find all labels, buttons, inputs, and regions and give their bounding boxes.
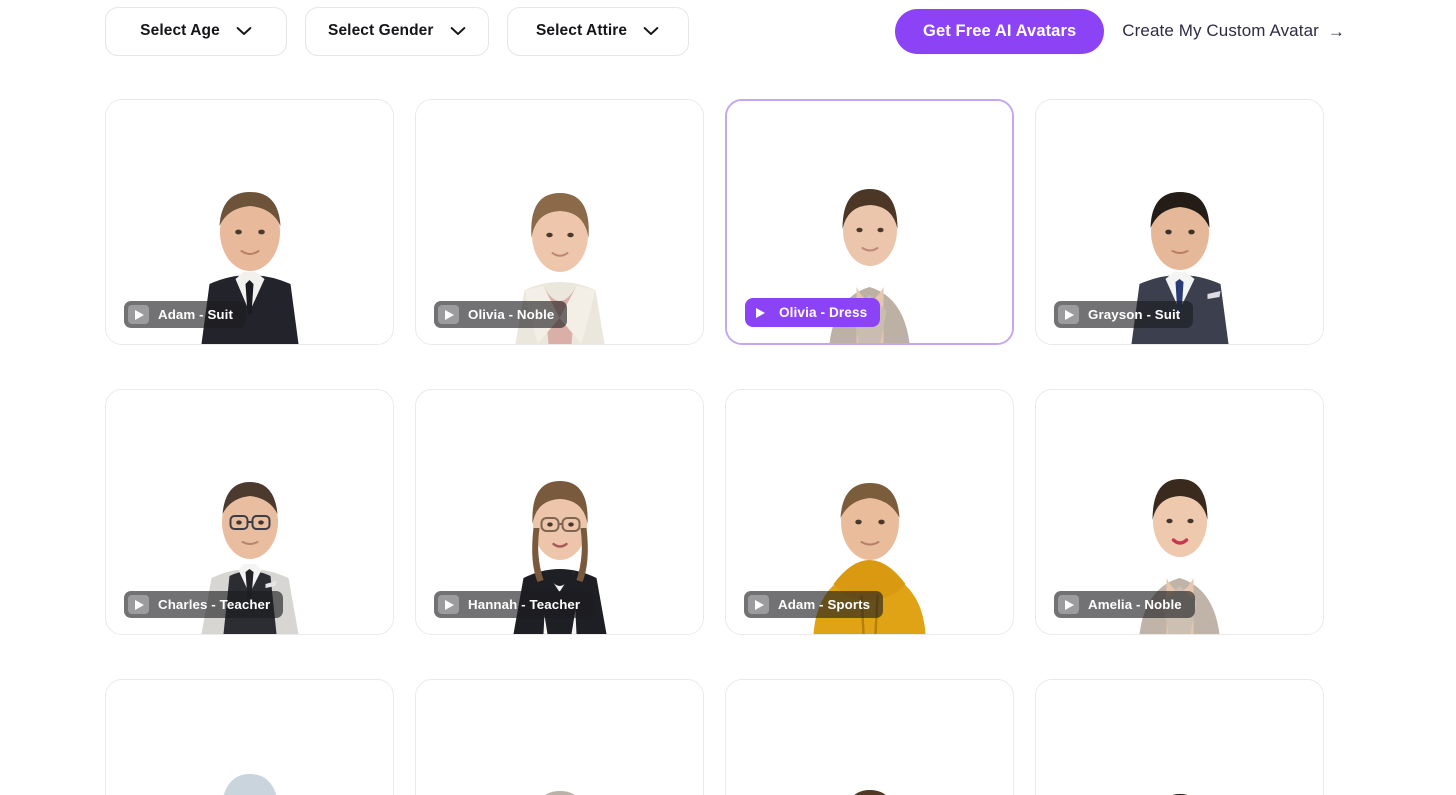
chevron-down-icon — [643, 26, 659, 36]
avatar-label: Olivia - Noble — [468, 307, 555, 322]
avatar-label: Olivia - Dress — [779, 305, 868, 320]
avatar-card[interactable] — [725, 679, 1014, 795]
filter-group: Select Age Select Gender Select Attire — [105, 6, 689, 56]
avatar-grid: Adam - Suit Olivia - Noble Olivia - Dres… — [105, 99, 1324, 795]
create-custom-avatar-label: Create My Custom Avatar — [1122, 21, 1319, 40]
avatar-card[interactable]: Adam - Suit — [105, 99, 394, 345]
play-icon — [748, 595, 769, 614]
arrow-right-icon: → — [1327, 21, 1345, 41]
avatar-image-woman-hijab — [106, 680, 393, 795]
avatar-play-label[interactable]: Olivia - Dress — [745, 298, 881, 327]
avatar-play-label[interactable]: Adam - Sports — [744, 591, 884, 618]
get-free-ai-avatars-button[interactable]: Get Free AI Avatars — [895, 8, 1105, 54]
play-icon — [438, 305, 459, 324]
avatar-image-woman-brown-hair — [726, 680, 1013, 795]
avatar-card[interactable]: Hannah - Teacher — [415, 389, 704, 635]
play-icon — [1058, 595, 1079, 614]
avatar-image-woman-dark-hair — [1036, 680, 1323, 795]
avatar-card[interactable]: Adam - Sports — [725, 389, 1014, 635]
avatar-card[interactable] — [415, 679, 704, 795]
avatar-label: Hannah - Teacher — [468, 597, 581, 612]
avatar-card[interactable]: Grayson - Suit — [1035, 99, 1324, 345]
avatar-play-label[interactable]: Amelia - Noble — [1054, 591, 1195, 618]
filter-select-gender[interactable]: Select Gender — [305, 6, 489, 56]
avatar-card[interactable] — [105, 679, 394, 795]
avatar-card-selected[interactable]: Olivia - Dress — [725, 99, 1014, 345]
play-icon — [438, 595, 459, 614]
avatar-label: Grayson - Suit — [1088, 307, 1181, 322]
chevron-down-icon — [236, 26, 252, 36]
avatar-label: Adam - Suit — [158, 307, 233, 322]
create-custom-avatar-link[interactable]: Create My Custom Avatar → — [1122, 21, 1345, 41]
chevron-down-icon — [450, 26, 466, 36]
play-icon — [128, 305, 149, 324]
avatar-play-label[interactable]: Adam - Suit — [124, 301, 246, 328]
filter-select-gender-label: Select Gender — [328, 22, 434, 39]
play-icon — [1058, 305, 1079, 324]
filter-select-attire-label: Select Attire — [535, 22, 628, 39]
avatar-gallery-page: Select Age Select Gender Select Attire G… — [0, 0, 1456, 795]
filter-select-attire[interactable]: Select Attire — [506, 6, 689, 56]
avatar-play-label[interactable]: Olivia - Noble — [434, 301, 568, 328]
avatar-label: Amelia - Noble — [1088, 597, 1182, 612]
avatar-label: Adam - Sports — [778, 597, 871, 612]
avatar-card[interactable] — [1035, 679, 1324, 795]
avatar-card[interactable]: Charles - Teacher — [105, 389, 394, 635]
avatar-image-older-man-suit — [416, 680, 703, 795]
toolbar-actions: Get Free AI Avatars Create My Custom Ava… — [895, 8, 1345, 54]
avatar-play-label[interactable]: Hannah - Teacher — [434, 591, 594, 618]
filter-select-age-label: Select Age — [140, 22, 220, 39]
avatar-play-label[interactable]: Charles - Teacher — [124, 591, 284, 618]
avatar-card[interactable]: Amelia - Noble — [1035, 389, 1324, 635]
play-icon — [749, 303, 770, 322]
play-icon — [128, 595, 149, 614]
filter-select-age[interactable]: Select Age — [105, 6, 287, 56]
avatar-label: Charles - Teacher — [158, 597, 271, 612]
avatar-card[interactable]: Olivia - Noble — [415, 99, 704, 345]
toolbar: Select Age Select Gender Select Attire G… — [105, 6, 1345, 56]
avatar-play-label[interactable]: Grayson - Suit — [1054, 301, 1194, 328]
